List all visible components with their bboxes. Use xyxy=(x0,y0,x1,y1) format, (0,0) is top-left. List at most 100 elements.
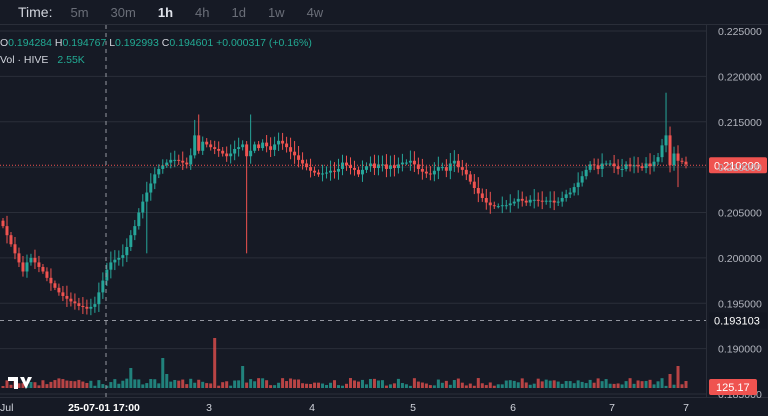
volume-bar xyxy=(452,380,456,388)
candle-body xyxy=(89,306,93,309)
candle-body xyxy=(17,253,21,263)
candle-body xyxy=(640,166,644,169)
candle-body xyxy=(157,168,161,175)
volume-bar xyxy=(61,379,65,388)
volume-bar xyxy=(480,383,484,388)
candle-body xyxy=(684,161,688,165)
timeframe-5m[interactable]: 5m xyxy=(70,5,88,20)
volume-bar xyxy=(121,380,125,388)
y-tick-label: 0.200000 xyxy=(718,253,762,265)
candle-body xyxy=(492,205,496,207)
volume-bar xyxy=(273,385,277,388)
volume-bar xyxy=(233,380,237,388)
volume-bar xyxy=(520,378,524,388)
volume-bar xyxy=(556,381,560,388)
candle-body xyxy=(616,166,620,169)
volume-bar xyxy=(352,380,356,388)
candle-body xyxy=(404,162,408,164)
volume-bar xyxy=(476,378,480,388)
volume-bar xyxy=(5,380,9,388)
volume-bar xyxy=(45,384,49,388)
candle-body xyxy=(273,144,277,150)
volume-bar xyxy=(600,381,604,388)
timeframe-4h[interactable]: 4h xyxy=(195,5,209,20)
timeframe-1h[interactable]: 1h xyxy=(158,5,173,20)
candle-body xyxy=(177,159,181,161)
candle-body xyxy=(364,166,368,170)
volume-bar xyxy=(97,380,101,388)
candle-body xyxy=(309,167,313,171)
volume-bar xyxy=(384,385,388,388)
candle-body xyxy=(352,168,356,170)
timeframe-1d[interactable]: 1d xyxy=(231,5,245,20)
candle-body xyxy=(444,167,448,171)
timeframe-1w[interactable]: 1w xyxy=(268,5,285,20)
candle-body xyxy=(133,226,137,236)
volume-bar xyxy=(468,383,472,388)
volume-bar xyxy=(229,385,233,388)
toolbar-label: Time: xyxy=(18,4,53,20)
volume-bar xyxy=(656,381,660,388)
crosshair-price-label: 0.193103 xyxy=(714,315,760,327)
change-value: +0.000317 (+0.16%) xyxy=(216,37,312,49)
volume-bar xyxy=(177,380,181,388)
volume-bar xyxy=(205,383,209,388)
volume-bar xyxy=(604,379,608,388)
volume-bar xyxy=(412,378,416,388)
volume-bar xyxy=(648,379,652,388)
open-label: O xyxy=(0,37,9,49)
candle-body xyxy=(608,163,612,165)
candle-body xyxy=(448,163,452,171)
candle-body xyxy=(13,244,17,254)
volume-bar xyxy=(241,366,245,388)
volume-bar xyxy=(85,382,89,388)
candle-body xyxy=(85,306,89,309)
candle-body xyxy=(93,304,97,307)
candle-body xyxy=(61,292,65,296)
candle-body xyxy=(428,173,432,175)
y-tick-label: 0.220000 xyxy=(718,71,762,83)
candle-body xyxy=(229,153,233,157)
timeframe-4w[interactable]: 4w xyxy=(307,5,324,20)
candle-body xyxy=(225,153,229,157)
volume-bar xyxy=(89,380,93,388)
candle-body xyxy=(468,174,472,182)
volume-bar xyxy=(404,384,408,388)
volume-bar xyxy=(432,385,436,388)
volume-bar xyxy=(341,385,345,388)
volume-bar xyxy=(225,381,229,388)
candle-body xyxy=(33,257,37,263)
timeframe-30m[interactable]: 30m xyxy=(111,5,136,20)
candle-body xyxy=(21,262,25,272)
x-tick-label: 4 xyxy=(309,402,315,414)
volume-bar xyxy=(109,382,113,388)
volume-bar xyxy=(560,383,564,388)
volume-bar xyxy=(289,378,293,388)
volume-bar xyxy=(1,386,5,388)
candle-body xyxy=(656,157,660,162)
price-chart[interactable]: 0.2102000.1931030.2250000.2200000.215000… xyxy=(0,25,768,416)
candle-body xyxy=(145,192,149,202)
candle-body xyxy=(29,257,33,263)
candle-body xyxy=(301,159,305,164)
candle-body xyxy=(181,160,185,163)
candle-body xyxy=(37,262,41,267)
candle-body xyxy=(500,205,504,207)
candle-body xyxy=(277,140,281,145)
volume-bar xyxy=(636,380,640,388)
volume-bar xyxy=(29,381,33,388)
volume-bar xyxy=(313,382,317,388)
volume-bar xyxy=(508,380,512,388)
candle-body xyxy=(257,144,261,149)
candle-body xyxy=(125,246,129,256)
candle-body xyxy=(452,160,456,164)
candle-body xyxy=(293,151,297,156)
volume-bar xyxy=(516,382,520,388)
volume-bar xyxy=(269,385,273,388)
volume-bar xyxy=(548,380,552,388)
volume-bar xyxy=(193,382,197,388)
candle-body xyxy=(249,150,253,157)
candle-body xyxy=(536,199,540,201)
candle-body xyxy=(25,262,29,272)
volume-bar xyxy=(400,383,404,388)
